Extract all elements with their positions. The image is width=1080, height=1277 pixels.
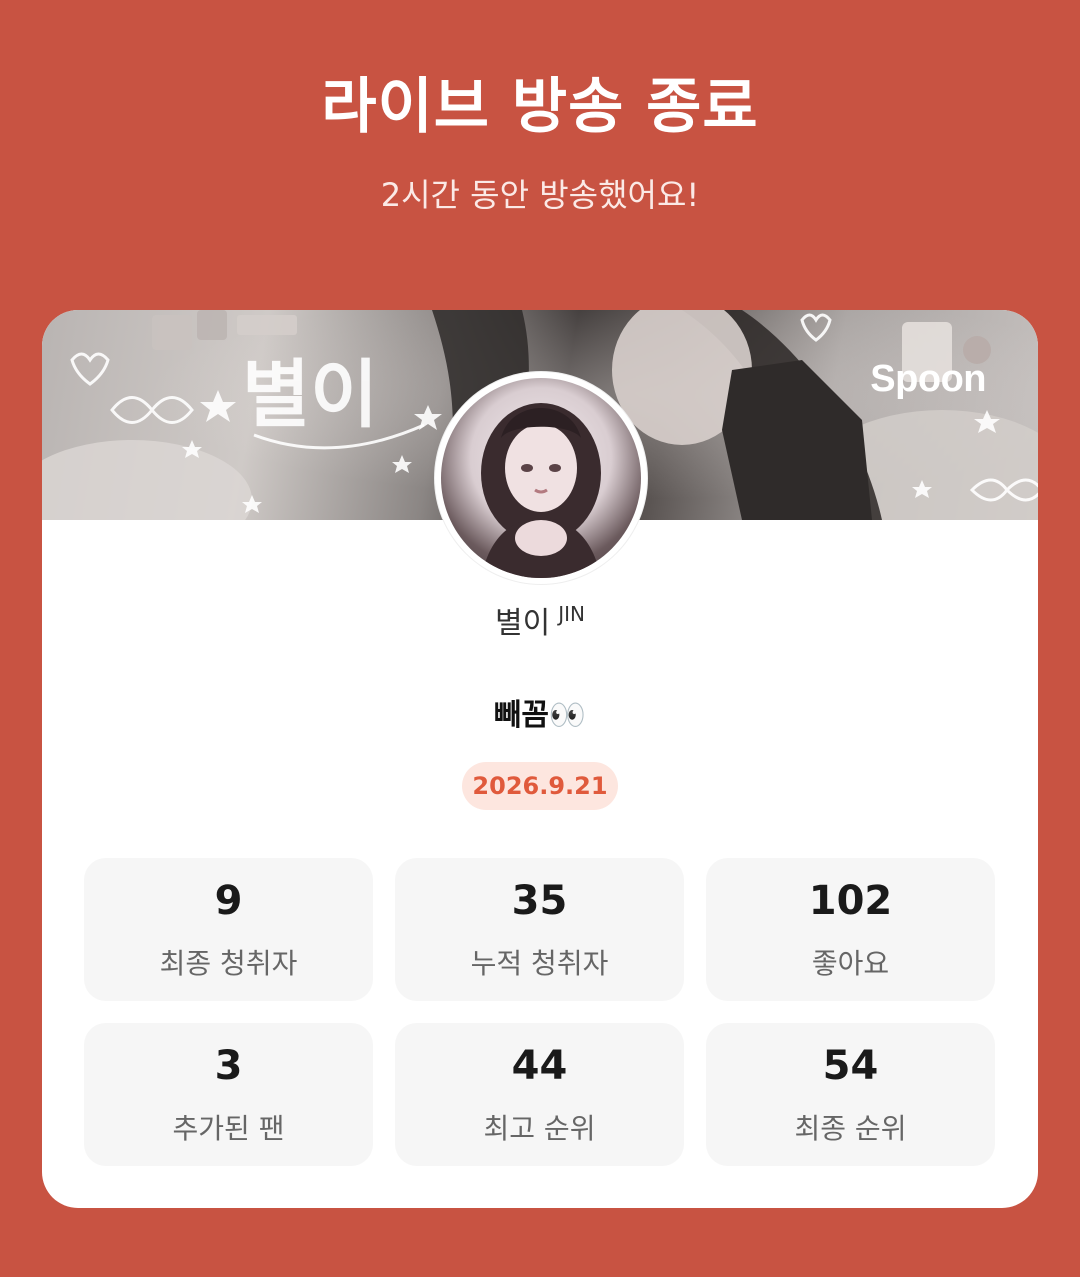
stat-label: 추가된 팬: [172, 1111, 285, 1145]
page-title: 라이브 방송 종료: [321, 72, 759, 142]
stat-label: 누적 청취자: [470, 946, 609, 980]
broadcast-title: 빼꼼👀: [493, 698, 587, 733]
username-tag: JIN: [558, 602, 585, 626]
stat-total-listeners: 35 누적 청취자: [395, 858, 684, 1001]
broadcast-date-badge: 2026.9.21: [462, 762, 618, 810]
stat-final-rank: 54 최종 순위: [706, 1023, 995, 1166]
stat-likes: 102 좋아요: [706, 858, 995, 1001]
spoon-logo: Spoon: [870, 358, 986, 400]
stat-final-listeners: 9 최종 청취자: [84, 858, 373, 1001]
broadcast-ended-screen: 라이브 방송 종료 2시간 동안 방송했어요! 별이 Spoon 별이 JIN …: [0, 0, 1080, 1277]
avatar[interactable]: [435, 372, 647, 584]
stat-best-rank: 44 최고 순위: [395, 1023, 684, 1166]
stat-value: 54: [822, 1042, 879, 1089]
stat-value: 102: [808, 877, 893, 924]
broadcast-summary-card: 별이 Spoon 별이 JIN 빼꼼👀 2026.9.21 9 최종 청취자 3…: [42, 310, 1038, 1208]
page-subtitle: 2시간 동안 방송했어요!: [380, 176, 700, 214]
username: 별이: [495, 606, 551, 641]
stats-grid: 9 최종 청취자 35 누적 청취자 102 좋아요 3 추가된 팬 44 최고…: [84, 858, 996, 1166]
stat-value: 9: [214, 877, 243, 924]
stat-value: 35: [511, 877, 568, 924]
avatar-illustration: [481, 403, 601, 578]
stat-label: 좋아요: [811, 946, 890, 980]
stat-label: 최고 순위: [483, 1111, 596, 1145]
banner-chalk-text: 별이: [242, 352, 378, 438]
stat-value: 3: [214, 1042, 243, 1089]
avatar-image: [441, 378, 641, 578]
username-row: 별이 JIN: [42, 598, 1038, 642]
stat-new-fans: 3 추가된 팬: [84, 1023, 373, 1166]
stat-label: 최종 순위: [794, 1111, 907, 1145]
stat-value: 44: [511, 1042, 568, 1089]
stat-label: 최종 청취자: [159, 946, 298, 980]
